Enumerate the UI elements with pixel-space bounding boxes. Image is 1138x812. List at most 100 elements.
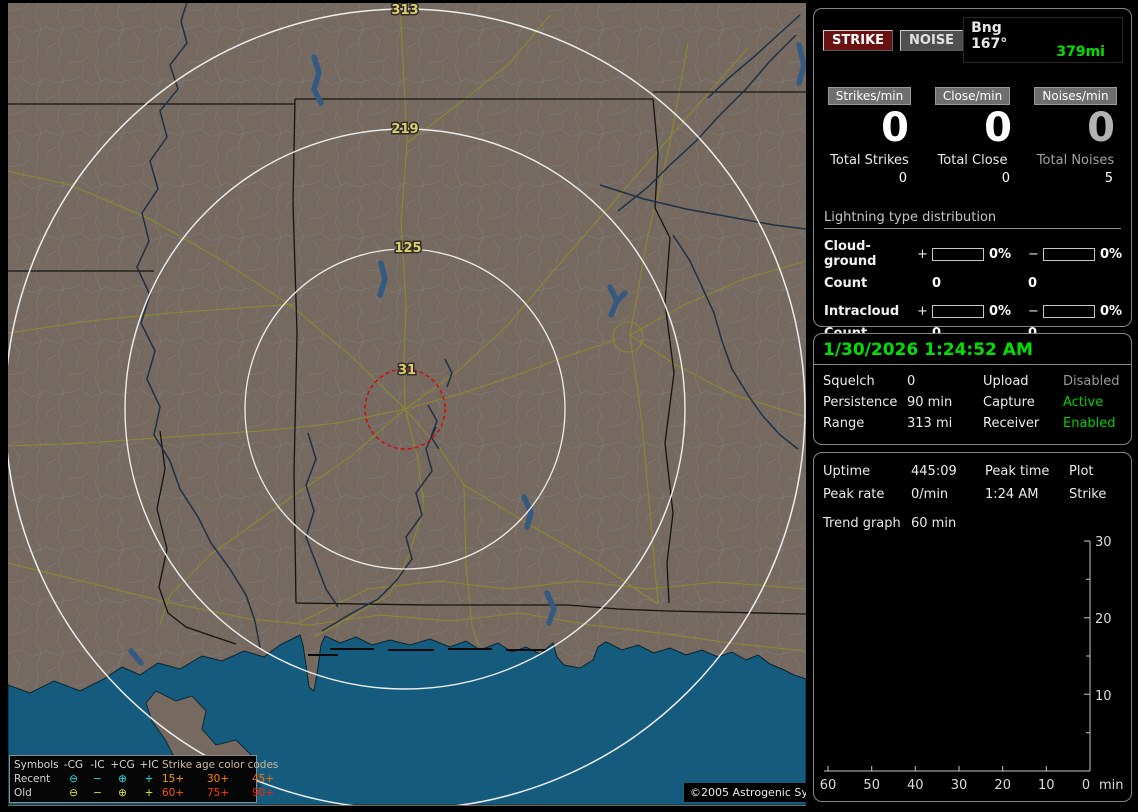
strike-mode-button[interactable]: STRIKE: [823, 29, 894, 51]
cg-negative-count: 0: [1028, 276, 1038, 291]
ic-negative-pct: 0%: [1100, 304, 1123, 319]
total-noises-value: 5: [1104, 171, 1113, 186]
legend-symbols-header: Symbols: [14, 758, 59, 771]
age-60: 60+: [162, 786, 185, 799]
copyright-notice: ©2005 Astrogenic Systems: [684, 783, 806, 802]
legend-row-recent: Recent: [14, 772, 51, 785]
old-pos-ic-icon: +: [144, 786, 154, 799]
upload-label: Upload: [983, 374, 1029, 389]
old-neg-cg-icon: ⊖: [69, 786, 78, 799]
total-strikes-value: 0: [898, 171, 907, 186]
x-tick-40: 40: [907, 778, 924, 793]
strikes-per-min-value: 0: [881, 105, 909, 151]
receiver-label: Receiver: [983, 416, 1040, 431]
peak-rate-label: Peak rate: [823, 487, 885, 502]
x-tick-60: 60: [820, 778, 837, 793]
close-per-min-label[interactable]: Close/min: [934, 87, 1011, 105]
age-15: 15+: [162, 772, 185, 785]
old-pos-cg-icon: ⊕: [118, 786, 127, 799]
lightning-distribution-section: Lightning type distribution Cloud-ground…: [814, 186, 1131, 341]
ic-positive-pct: 0%: [989, 304, 1012, 319]
plot-label: Plot: [1069, 464, 1094, 479]
age-90: 90+: [252, 786, 275, 799]
x-tick-10: 10: [1038, 778, 1055, 793]
x-axis-unit: min: [1099, 778, 1124, 793]
cg-positive-bar: [932, 247, 984, 261]
strikes-per-min-label[interactable]: Strikes/min: [827, 87, 912, 105]
x-tick-20: 20: [994, 778, 1011, 793]
close-per-min-value: 0: [984, 105, 1012, 151]
ring-label-219: 219: [391, 122, 418, 137]
ring-label-125: 125: [394, 241, 421, 256]
peak-rate-value: 0/min: [911, 487, 949, 502]
trend-graph-label: Trend graph: [823, 516, 901, 531]
legend-col-pos-cg: +CG: [110, 758, 135, 771]
squelch-value: 0: [907, 374, 916, 389]
minus-sign: −: [1028, 304, 1039, 319]
capture-label: Capture: [983, 395, 1035, 410]
ic-negative-bar: [1043, 305, 1095, 318]
x-tick-30: 30: [951, 778, 968, 793]
total-strikes-label: Total Strikes: [830, 153, 909, 168]
intracloud-row: Intracloud + 0% − 0%: [824, 304, 1122, 319]
cg-positive-pct: 0%: [989, 246, 1012, 262]
range-value: 313 mi: [907, 416, 953, 431]
system-datetime: 1/30/2026 1:24:52 AM: [814, 334, 1131, 365]
trend-panel: Uptime 445:09 Peak time Plot Peak rate 0…: [813, 452, 1132, 802]
persistence-label: Persistence: [823, 395, 898, 410]
nexstorm-window: 313 219 125 31 Symbols -CG -IC +CG +IC S…: [0, 0, 1138, 812]
uptime-label: Uptime: [823, 464, 871, 479]
age-30: 30+: [207, 772, 230, 785]
noise-mode-button[interactable]: NOISE: [900, 29, 964, 51]
legend-row-old: Old: [14, 786, 32, 799]
peak-time-value: 1:24 AM: [985, 487, 1039, 502]
map-legend: Symbols -CG -IC +CG +IC Strike age color…: [9, 755, 278, 803]
strike-counters-panel: STRIKE NOISE Bng 167° 379mi Strikes/min …: [813, 8, 1132, 341]
total-close-label: Total Close: [937, 153, 1008, 168]
noises-per-min-label[interactable]: Noises/min: [1034, 87, 1117, 105]
intracloud-label: Intracloud: [824, 304, 900, 319]
peak-time-label: Peak time: [985, 464, 1050, 479]
receiver-status: Enabled: [1063, 416, 1116, 431]
trend-graph: 30 20 10 60 50 40 30 20 10 0 min: [820, 535, 1124, 793]
x-tick-0: 0: [1082, 778, 1090, 793]
distribution-title: Lightning type distribution: [824, 210, 1121, 229]
cloud-ground-row: Cloud-ground + 0% − 0%: [824, 239, 1122, 269]
y-tick-10: 10: [1095, 689, 1112, 704]
plus-sign: +: [917, 246, 928, 262]
lightning-map[interactable]: 313 219 125 31 Symbols -CG -IC +CG +IC S…: [8, 3, 806, 806]
legend-age-title: Strike age color codes: [162, 758, 279, 771]
legend-col-pos-ic: +IC: [139, 758, 159, 771]
cloud-ground-count-row: Count 0 0: [824, 276, 1121, 291]
cg-negative-bar: [1043, 247, 1095, 261]
age-75: 75+: [207, 786, 230, 799]
age-45: 45+: [252, 772, 275, 785]
plot-value: Strike: [1069, 487, 1107, 502]
close-per-min-counter: Close/min 0 Total Close 0: [921, 85, 1024, 186]
trend-graph-value: 60 min: [911, 516, 957, 531]
y-tick-30: 30: [1095, 535, 1112, 550]
plus-sign: +: [917, 304, 928, 319]
cg-positive-count: 0: [932, 276, 942, 291]
bearing-value: Bng 167°: [971, 20, 1008, 52]
minus-sign: −: [1028, 246, 1039, 262]
recent-pos-cg-icon: ⊕: [118, 772, 127, 785]
range-label: Range: [823, 416, 865, 431]
squelch-label: Squelch: [823, 374, 875, 389]
capture-status: Active: [1063, 395, 1104, 410]
count-label: Count: [824, 276, 868, 291]
noises-per-min-value: 0: [1087, 105, 1115, 151]
map-canvas: 313 219 125 31: [8, 3, 806, 805]
old-neg-ic-icon: −: [93, 786, 102, 799]
total-noises-label: Total Noises: [1036, 153, 1115, 168]
noises-per-min-counter: Noises/min 0 Total Noises 5: [1024, 85, 1127, 186]
total-close-value: 0: [1001, 171, 1010, 186]
ring-label-31: 31: [398, 363, 416, 378]
status-panel: 1/30/2026 1:24:52 AM Squelch 0 Upload Di…: [813, 333, 1132, 445]
ring-label-313: 313: [391, 3, 418, 18]
legend-col-neg-ic: -IC: [90, 758, 105, 771]
strikes-per-min-counter: Strikes/min 0 Total Strikes 0: [818, 85, 921, 186]
legend-col-neg-cg: -CG: [63, 758, 84, 771]
persistence-value: 90 min: [907, 395, 953, 410]
y-tick-20: 20: [1095, 612, 1112, 627]
